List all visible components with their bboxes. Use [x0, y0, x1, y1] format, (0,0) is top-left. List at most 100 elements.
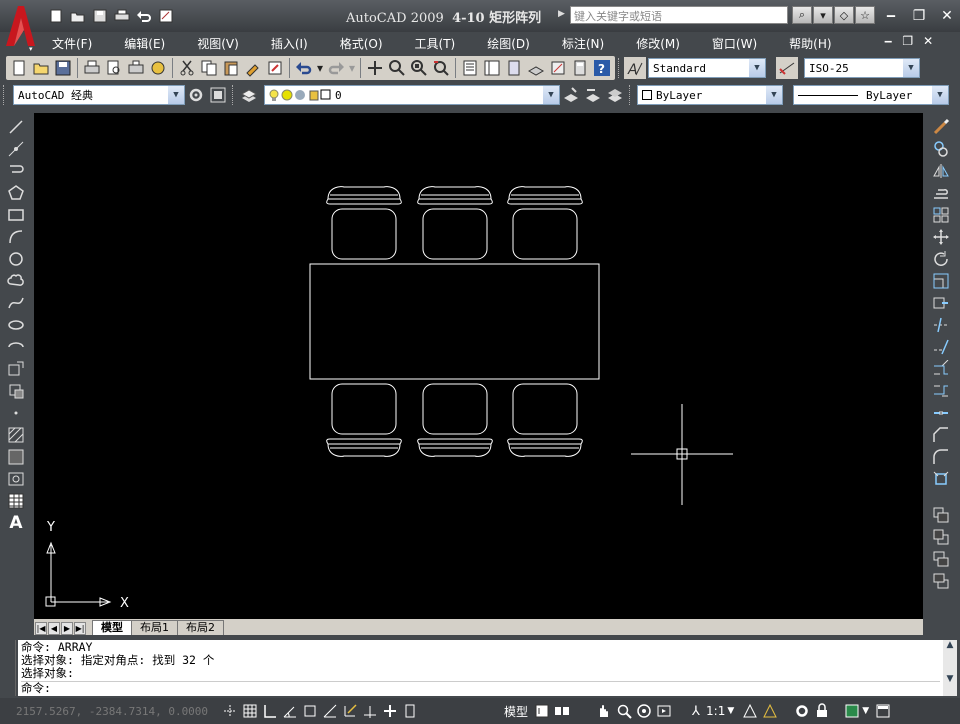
- annotation-visibility-icon[interactable]: [740, 701, 760, 721]
- text-style-icon[interactable]: A: [624, 57, 646, 79]
- extend-icon[interactable]: [929, 336, 953, 358]
- block-editor-icon[interactable]: [264, 57, 286, 79]
- next-tab-icon[interactable]: ▶: [61, 622, 73, 635]
- bring-above-icon[interactable]: [929, 548, 953, 570]
- scale-dropdown-icon[interactable]: ▼: [727, 706, 734, 716]
- rotate-icon[interactable]: [929, 248, 953, 270]
- open-file-icon[interactable]: [30, 57, 52, 79]
- make-current-layer-icon[interactable]: [560, 84, 582, 106]
- polar-tracking-icon[interactable]: [280, 701, 300, 721]
- showmotion-icon[interactable]: [654, 701, 674, 721]
- toolbar-grip[interactable]: [629, 85, 632, 105]
- quickcalc-icon[interactable]: [569, 57, 591, 79]
- erase-icon[interactable]: [929, 116, 953, 138]
- undo-icon[interactable]: [134, 7, 154, 25]
- zoom-window-icon[interactable]: [408, 57, 430, 79]
- trim-icon[interactable]: [929, 314, 953, 336]
- snap-mode-icon[interactable]: [220, 701, 240, 721]
- menu-file[interactable]: 文件(F): [52, 35, 92, 52]
- lineweight-icon[interactable]: [380, 701, 400, 721]
- insert-block-icon[interactable]: [4, 358, 28, 380]
- bring-to-front-icon[interactable]: [929, 504, 953, 526]
- menu-dimension[interactable]: 标注(N): [562, 35, 604, 52]
- polyline-icon[interactable]: [4, 160, 28, 182]
- plot-icon[interactable]: [156, 7, 176, 25]
- isolate-objects-icon[interactable]: [842, 701, 862, 721]
- ellipse-icon[interactable]: [4, 314, 28, 336]
- send-to-back-icon[interactable]: [929, 526, 953, 548]
- auto-add-scale-icon[interactable]: [760, 701, 780, 721]
- command-window-grip[interactable]: [4, 640, 16, 696]
- layer-previous-icon[interactable]: [582, 84, 604, 106]
- redo-dropdown-icon[interactable]: ▾: [347, 57, 357, 79]
- undo-dropdown-icon[interactable]: ▾: [315, 57, 325, 79]
- object-snap-tracking-icon[interactable]: [320, 701, 340, 721]
- plot-printer-icon[interactable]: [81, 57, 103, 79]
- toolbar-grip[interactable]: [3, 85, 6, 105]
- close-icon[interactable]: ✕: [936, 6, 958, 26]
- chair-top-1[interactable]: [326, 186, 402, 260]
- communication-center-icon[interactable]: ◇: [834, 6, 854, 24]
- prev-tab-icon[interactable]: ◀: [48, 622, 60, 635]
- fillet-icon[interactable]: [929, 446, 953, 468]
- command-window[interactable]: 命令: ARRAY 选择对象: 指定对角点: 找到 32 个 选择对象: 命令:: [18, 640, 943, 696]
- explode-icon[interactable]: [929, 468, 953, 490]
- scroll-up-icon[interactable]: ▲: [943, 640, 957, 650]
- menu-view[interactable]: 视图(V): [197, 35, 239, 52]
- zoom-icon[interactable]: [614, 701, 634, 721]
- first-tab-icon[interactable]: |◀: [35, 622, 47, 635]
- qnew-icon[interactable]: [8, 57, 30, 79]
- revision-cloud-icon[interactable]: [4, 270, 28, 292]
- move-icon[interactable]: [929, 226, 953, 248]
- region-icon[interactable]: [4, 468, 28, 490]
- chair-top-2[interactable]: [417, 186, 493, 260]
- linetype-select[interactable]: ByLayer ▼: [793, 85, 949, 105]
- redo-button-icon[interactable]: [325, 57, 347, 79]
- help-icon[interactable]: ?: [591, 57, 613, 79]
- layer-select[interactable]: 0 ▼: [264, 85, 560, 105]
- send-under-icon[interactable]: [929, 570, 953, 592]
- chevron-down-icon[interactable]: ▼: [766, 86, 782, 104]
- line-icon[interactable]: [4, 116, 28, 138]
- sheet-set-manager-icon[interactable]: [525, 57, 547, 79]
- undo-button-icon[interactable]: [293, 57, 315, 79]
- toolbar-lock-icon[interactable]: [812, 701, 832, 721]
- match-properties-icon[interactable]: [242, 57, 264, 79]
- table-icon[interactable]: [4, 490, 28, 512]
- copy-icon[interactable]: [198, 57, 220, 79]
- doc-restore-icon[interactable]: ❐: [902, 34, 913, 48]
- workspace-select[interactable]: AutoCAD 经典 ▼: [13, 85, 185, 105]
- dimension-style-select[interactable]: ISO-25 ▼: [804, 58, 920, 78]
- steering-wheel-icon[interactable]: [634, 701, 654, 721]
- break-at-point-icon[interactable]: [929, 358, 953, 380]
- table-rectangle[interactable]: [309, 263, 600, 380]
- spline-icon[interactable]: [4, 292, 28, 314]
- plot-preview-icon[interactable]: [103, 57, 125, 79]
- markup-set-icon[interactable]: [547, 57, 569, 79]
- dropdown-icon[interactable]: ▾: [813, 6, 833, 24]
- coordinates-readout[interactable]: 2157.5267, -2384.7314, 0.0000: [16, 705, 220, 718]
- clean-screen-icon[interactable]: [873, 701, 893, 721]
- chevron-down-icon[interactable]: ▼: [903, 59, 919, 77]
- workspace-settings-gear-icon[interactable]: [185, 84, 207, 106]
- quick-properties-icon[interactable]: [400, 701, 420, 721]
- command-scrollbar[interactable]: ▲ ▼: [943, 640, 957, 696]
- text-style-select[interactable]: Standard ▼: [648, 58, 766, 78]
- chevron-down-icon[interactable]: ▼: [543, 86, 559, 104]
- quick-view-layouts-icon[interactable]: [552, 701, 572, 721]
- menu-modify[interactable]: 修改(M): [636, 35, 680, 52]
- save-icon[interactable]: [90, 7, 110, 25]
- toolbar-grip[interactable]: [618, 58, 621, 78]
- search-input[interactable]: 键入关键字或短语: [570, 6, 788, 24]
- circle-icon[interactable]: [4, 248, 28, 270]
- workspace-toolbar-icon[interactable]: [207, 84, 229, 106]
- open-icon[interactable]: [68, 7, 88, 25]
- tab-model[interactable]: 模型: [92, 620, 132, 635]
- chevron-down-icon[interactable]: ▼: [932, 86, 948, 104]
- new-icon[interactable]: [46, 7, 66, 25]
- layer-states-icon[interactable]: [604, 84, 626, 106]
- scale-icon[interactable]: [929, 270, 953, 292]
- polygon-icon[interactable]: [4, 182, 28, 204]
- pan-realtime-icon[interactable]: [364, 57, 386, 79]
- favorites-star-icon[interactable]: ☆: [855, 6, 875, 24]
